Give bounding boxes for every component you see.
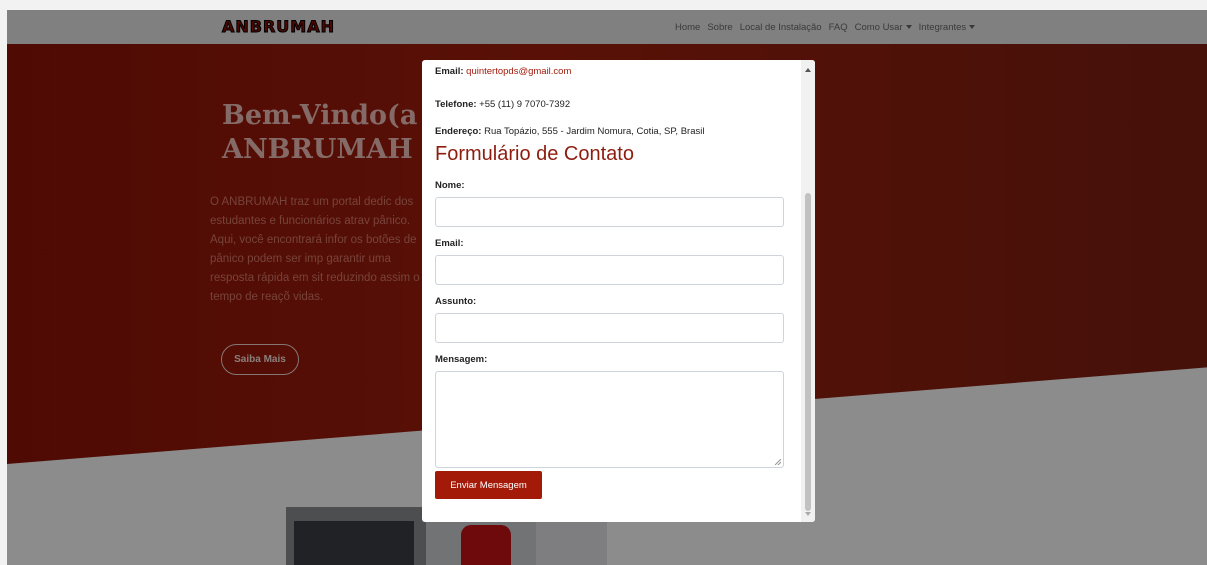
contact-email-line: Email: quintertopds@gmail.com xyxy=(435,66,571,77)
browser-viewport: ANBRUMAH Home Sobre Local de Instalação … xyxy=(0,0,1207,565)
email-input[interactable] xyxy=(435,255,784,285)
scroll-down-arrow-icon[interactable] xyxy=(805,512,811,516)
scroll-up-arrow-icon[interactable] xyxy=(805,68,811,72)
scrollbar-thumb[interactable] xyxy=(805,193,811,511)
message-label: Mensagem: xyxy=(435,354,488,365)
contact-modal: Email: quintertopds@gmail.com Telefone: … xyxy=(422,60,815,522)
contact-email-label: Email: xyxy=(435,66,464,77)
form-title: Formulário de Contato xyxy=(435,143,634,165)
send-message-button[interactable]: Enviar Mensagem xyxy=(435,471,542,499)
contact-phone-value: +55 (11) 9 7070-7392 xyxy=(479,99,571,110)
contact-email-link[interactable]: quintertopds@gmail.com xyxy=(466,66,571,77)
subject-input[interactable] xyxy=(435,313,784,343)
name-label: Nome: xyxy=(435,180,465,191)
resize-grip-icon[interactable] xyxy=(775,459,781,465)
contact-address-line: Endereço: Rua Topázio, 555 - Jardim Nomu… xyxy=(435,126,704,137)
email-label: Email: xyxy=(435,238,464,249)
contact-address-value: Rua Topázio, 555 - Jardim Nomura, Cotia,… xyxy=(484,126,705,137)
subject-label: Assunto: xyxy=(435,296,477,307)
name-input[interactable] xyxy=(435,197,784,227)
page: ANBRUMAH Home Sobre Local de Instalação … xyxy=(7,10,1207,565)
contact-address-label: Endereço: xyxy=(435,126,482,137)
modal-scrollbar[interactable] xyxy=(801,60,815,522)
contact-phone-line: Telefone: +55 (11) 9 7070-7392 xyxy=(435,99,570,110)
contact-phone-label: Telefone: xyxy=(435,99,477,110)
message-textarea[interactable] xyxy=(435,371,784,468)
